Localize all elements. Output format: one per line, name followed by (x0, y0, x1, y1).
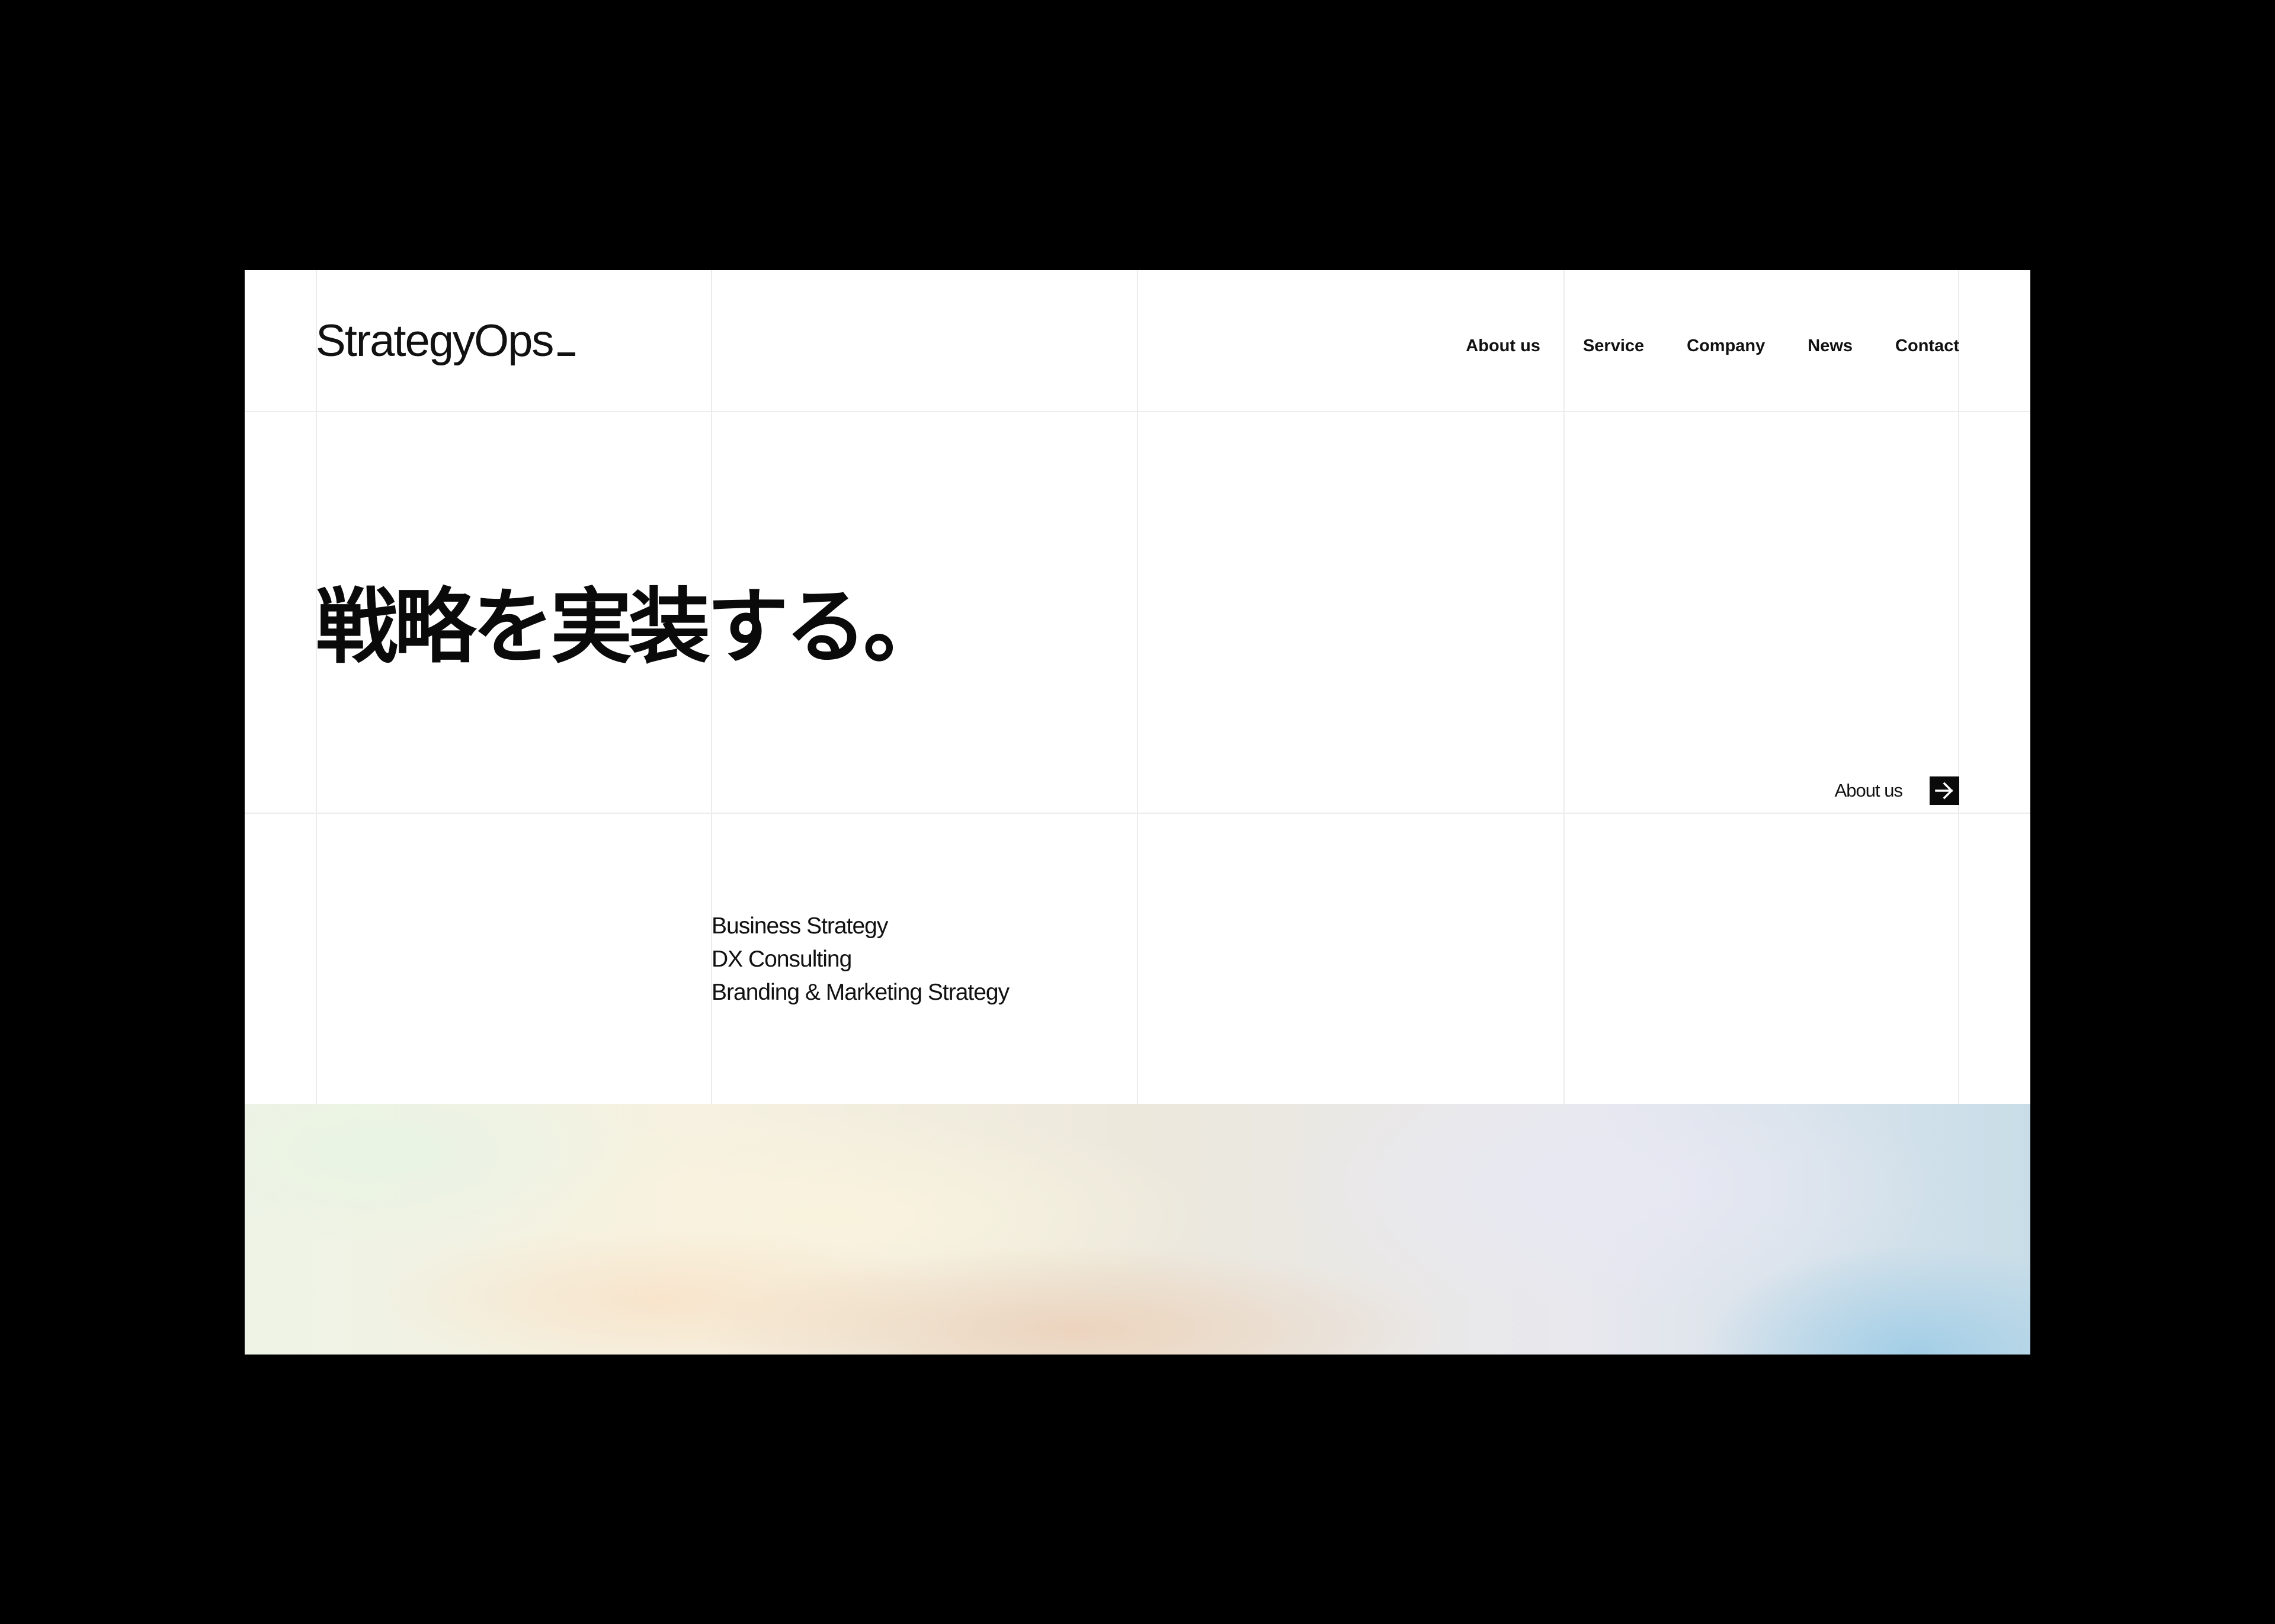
nav-company[interactable]: Company (1687, 336, 1765, 356)
nav-about-us[interactable]: About us (1466, 336, 1540, 356)
nav-news[interactable]: News (1808, 336, 1853, 356)
grid-line (245, 813, 2030, 814)
service-dx-consulting[interactable]: DX Consulting (712, 943, 1009, 976)
grid-line (1563, 270, 1565, 1104)
grid-line (245, 411, 2030, 412)
main-navigation: About us Service Company News Contact (1423, 336, 1959, 356)
website-page: StrategyOps About us Service Company New… (245, 270, 2030, 1355)
nav-service[interactable]: Service (1583, 336, 1644, 356)
services-list: Business Strategy DX Consulting Branding… (712, 910, 1010, 1009)
logo-text: StrategyOps (316, 316, 554, 366)
service-branding-marketing[interactable]: Branding & Marketing Strategy (712, 976, 1010, 1009)
arrow-right-icon[interactable] (1930, 776, 1959, 805)
nav-contact[interactable]: Contact (1895, 336, 1959, 356)
grid-line (1958, 270, 1959, 1104)
service-business-strategy[interactable]: Business Strategy (712, 910, 1009, 943)
logo-cursor-mark (557, 352, 576, 356)
grid-line (316, 270, 317, 1104)
grid-line (1137, 270, 1138, 1104)
site-logo[interactable]: StrategyOps (316, 315, 576, 367)
about-us-link-label: About us (1834, 780, 1903, 801)
hero-sky-image (245, 1104, 2030, 1355)
hero-headline: 戦略を実装する。 (316, 579, 945, 675)
about-us-link[interactable]: About us (1835, 776, 1959, 805)
